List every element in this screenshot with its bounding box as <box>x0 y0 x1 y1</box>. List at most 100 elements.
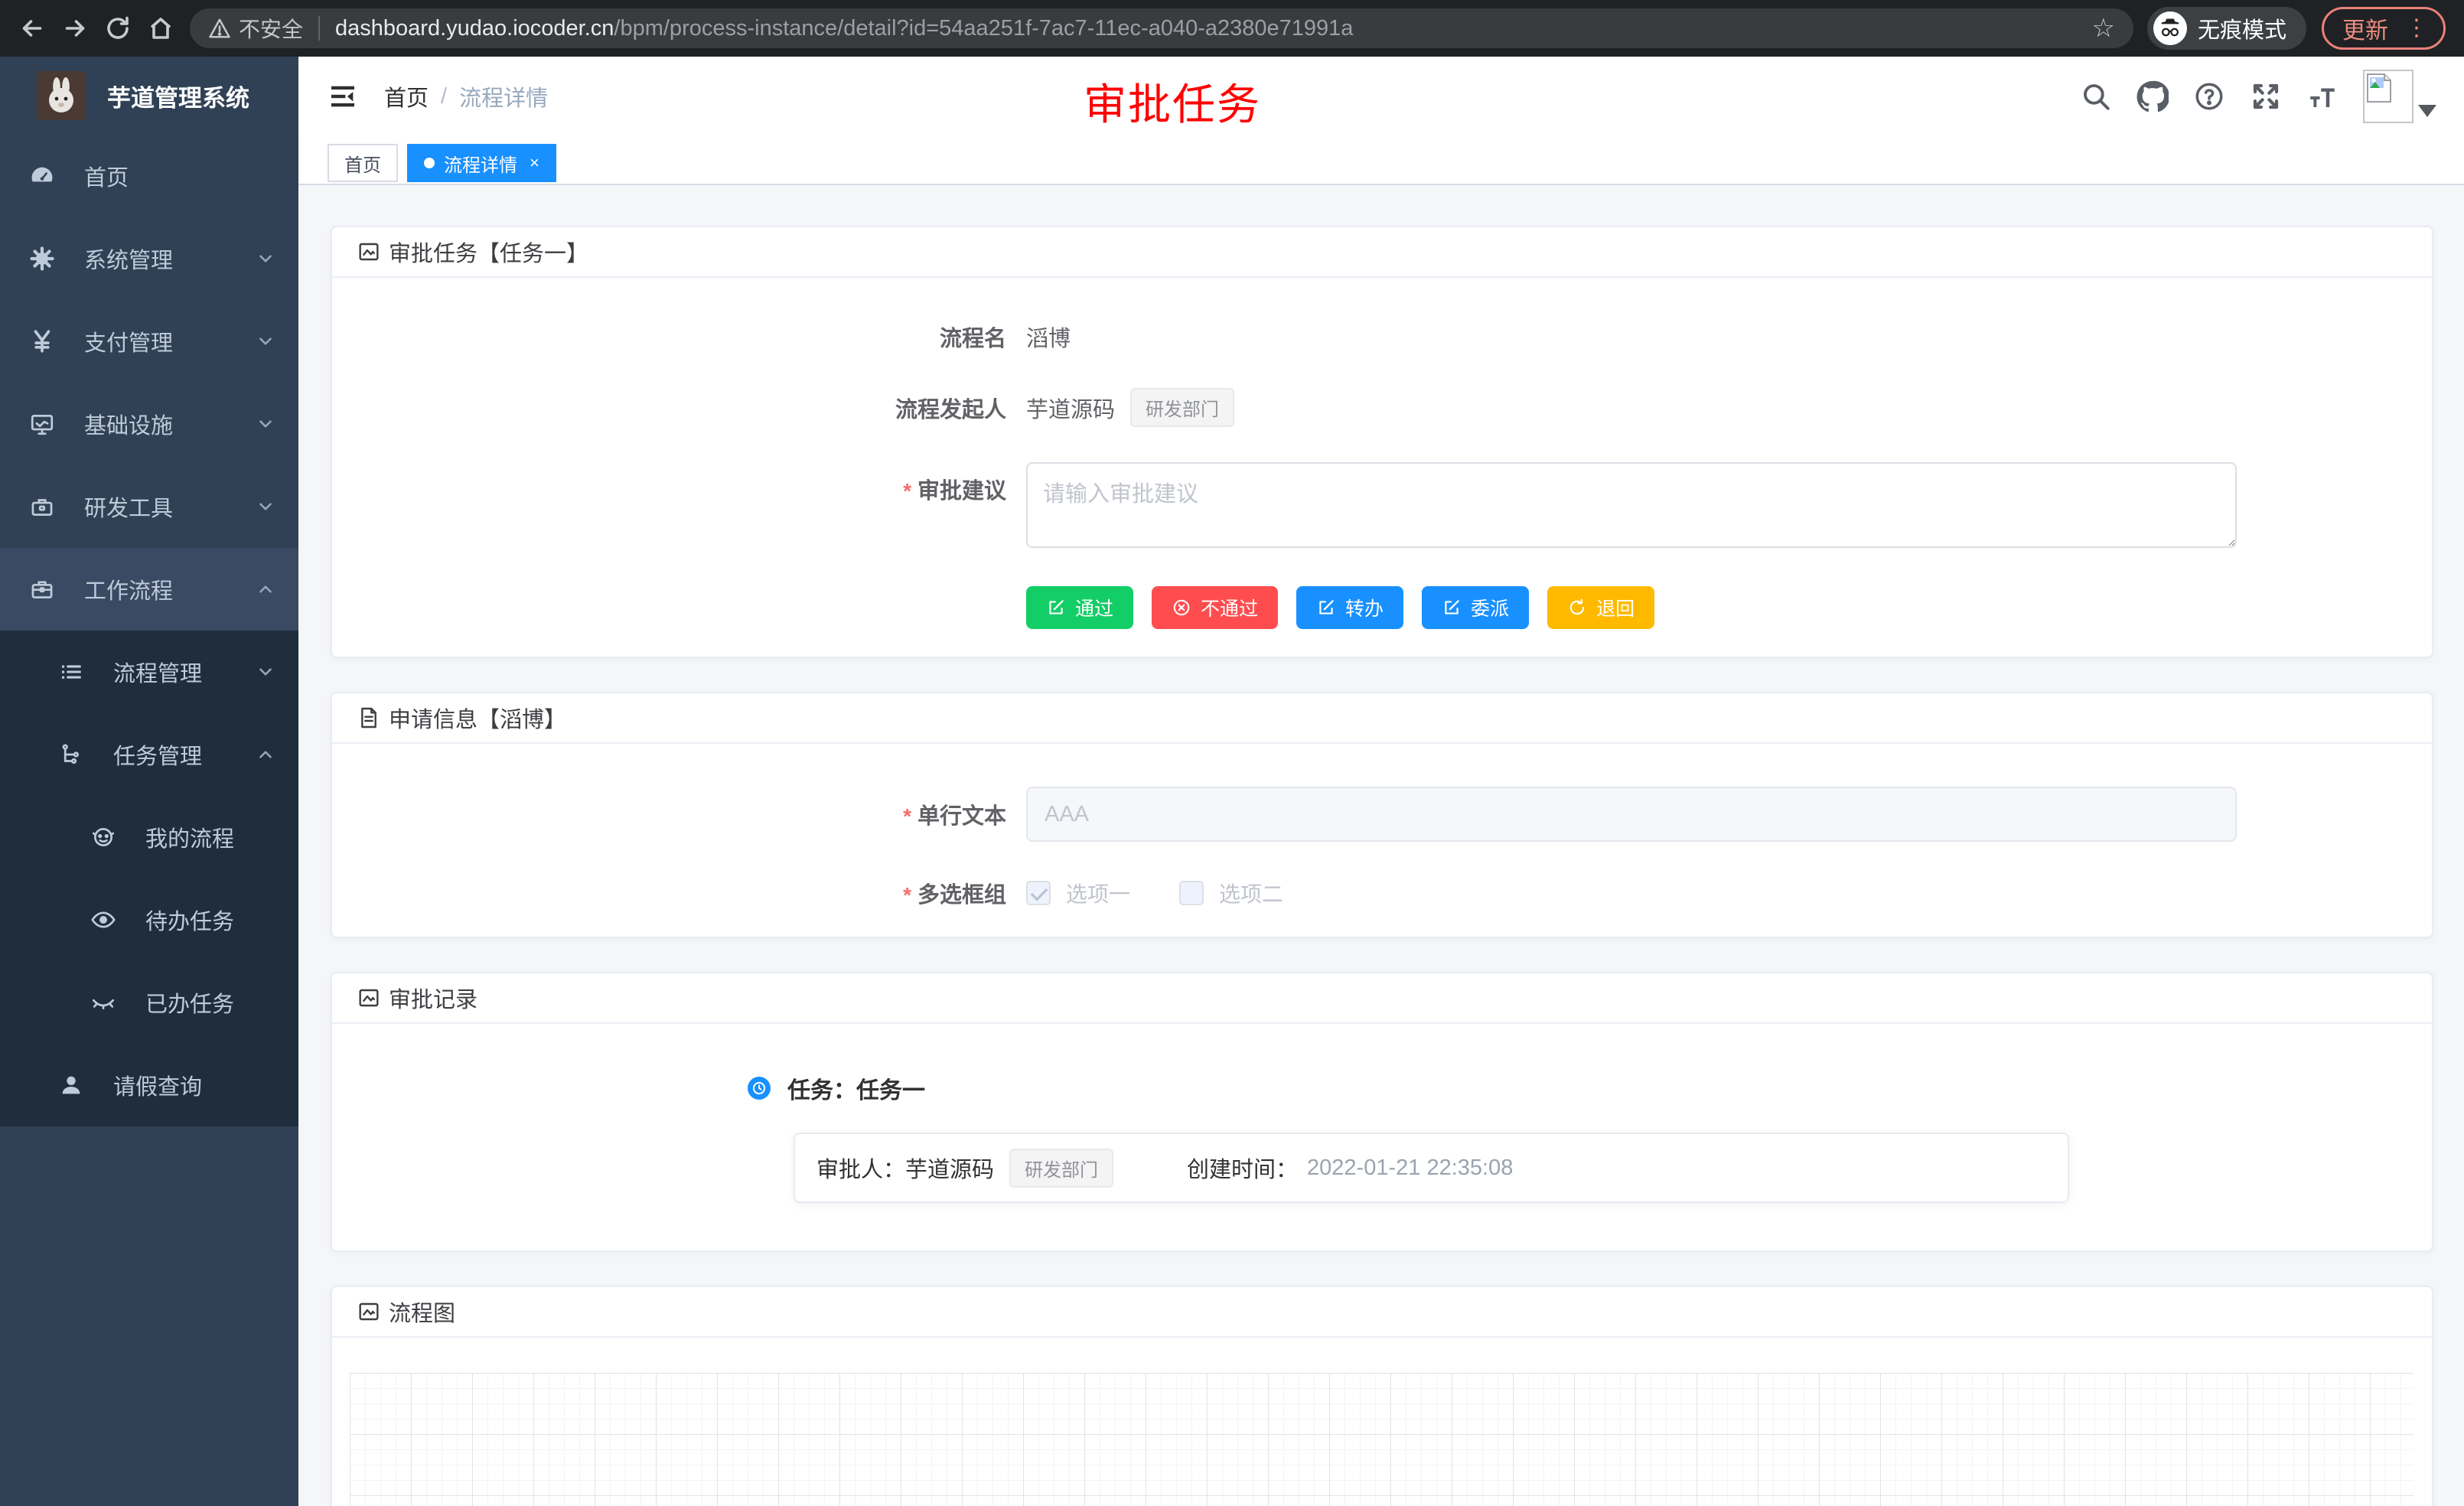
sidebar-item-payment[interactable]: 支付管理 <box>0 300 298 383</box>
close-tab-icon[interactable]: × <box>530 153 539 173</box>
sidebar-item-task-mgmt[interactable]: 任务管理 <box>0 713 298 796</box>
forward-icon[interactable] <box>54 7 96 50</box>
chevron-down-icon <box>256 331 275 351</box>
sidebar-item-label: 已办任务 <box>145 986 275 1019</box>
bookmark-star-icon[interactable]: ☆ <box>2092 13 2115 44</box>
card-header: 审批记录 <box>332 973 2432 1024</box>
security-label: 不安全 <box>239 13 303 44</box>
clock-icon <box>748 1077 771 1100</box>
sidebar-item-leave-query[interactable]: 请假查询 <box>0 1044 298 1126</box>
tab-home[interactable]: 首页 <box>328 144 398 182</box>
search-icon[interactable] <box>2080 80 2112 112</box>
collapse-sidebar-icon[interactable] <box>326 81 360 112</box>
url-text[interactable]: dashboard.yudao.iocoder.cn/bpm/process-i… <box>335 16 2076 41</box>
header-toolbar <box>2080 70 2436 123</box>
fullscreen-icon[interactable] <box>2250 80 2282 112</box>
chevron-down-icon <box>256 662 275 682</box>
back-icon[interactable] <box>11 7 54 50</box>
checkbox-label: 选项一 <box>1066 878 1130 908</box>
initiator-value: 芋道源码 <box>1026 392 1115 424</box>
checkbox-group-row: 多选框组 选项一 选项二 <box>332 877 2432 909</box>
sidebar-item-my-process[interactable]: 我的流程 <box>0 796 298 878</box>
sidebar-item-todo-tasks[interactable]: 待办任务 <box>0 878 298 961</box>
address-bar[interactable]: 不安全 dashboard.yudao.iocoder.cn/bpm/proce… <box>190 8 2133 48</box>
app-logo <box>37 71 86 120</box>
font-size-icon[interactable] <box>2306 80 2339 112</box>
task-title: 任务：任务一 <box>787 1071 925 1105</box>
edit-icon <box>1046 598 1066 618</box>
tree-icon <box>58 742 84 768</box>
create-time-value: 2022-01-21 22:35:08 <box>1307 1156 1513 1181</box>
sidebar-item-label: 首页 <box>84 160 275 192</box>
toolbox-icon <box>29 494 55 520</box>
checkbox-checked-icon <box>1026 881 1051 905</box>
sidebar-item-infrastructure[interactable]: 基础设施 <box>0 383 298 465</box>
url-path: /bpm/process-instance/detail?id=54aa251f… <box>614 16 1353 41</box>
card-title: 审批任务【任务一】 <box>389 236 588 268</box>
breadcrumb-separator: / <box>441 84 447 109</box>
yen-icon <box>29 328 55 354</box>
eye-icon <box>90 907 116 933</box>
approver-value: 芋道源码 <box>905 1152 994 1184</box>
reload-icon[interactable] <box>96 7 139 50</box>
broken-image-icon <box>2366 73 2392 103</box>
circle-close-icon <box>1172 598 1191 618</box>
chevron-down-icon <box>256 249 275 269</box>
browser-menu-icon[interactable]: ⋮ <box>2405 17 2428 40</box>
tabs-bar: 首页 流程详情 × <box>298 136 2464 185</box>
sidebar-item-label: 研发工具 <box>84 491 256 523</box>
app-title: 芋道管理系统 <box>107 79 249 113</box>
url-divider <box>318 16 320 41</box>
sidebar-item-label: 支付管理 <box>84 325 256 357</box>
breadcrumb-home[interactable]: 首页 <box>384 80 429 112</box>
sidebar-item-devtools[interactable]: 研发工具 <box>0 465 298 548</box>
list-icon <box>58 659 84 685</box>
process-name-value: 滔博 <box>1026 321 1071 353</box>
timeline-item: 任务：任务一 <box>748 1071 2432 1105</box>
sidebar-item-label: 待办任务 <box>145 904 275 936</box>
chevron-up-icon <box>256 745 275 764</box>
single-text-input[interactable] <box>1026 787 2237 842</box>
checkbox-option-2[interactable]: 选项二 <box>1179 878 1283 908</box>
sidebar-item-done-tasks[interactable]: 已办任务 <box>0 961 298 1044</box>
button-label: 通过 <box>1075 594 1113 621</box>
approve-button[interactable]: 通过 <box>1026 586 1133 629</box>
picture-icon <box>357 1299 381 1324</box>
sidebar-item-workflow[interactable]: 工作流程 <box>0 548 298 631</box>
briefcase-icon <box>29 576 55 602</box>
return-button[interactable]: 退回 <box>1547 586 1654 629</box>
checkbox-unchecked-icon <box>1179 881 1204 905</box>
dept-tag: 研发部门 <box>1009 1149 1113 1188</box>
edit-icon <box>1316 598 1336 618</box>
home-icon[interactable] <box>139 7 182 50</box>
caret-down-icon[interactable] <box>2418 105 2436 117</box>
sidebar-item-label: 系统管理 <box>84 243 256 275</box>
sidebar-item-system[interactable]: 系统管理 <box>0 217 298 300</box>
record-card: 审批人： 芋道源码 研发部门 创建时间： 2022-01-21 22:35:08 <box>794 1133 2069 1203</box>
sidebar-item-home[interactable]: 首页 <box>0 135 298 217</box>
sidebar-item-process-mgmt[interactable]: 流程管理 <box>0 631 298 713</box>
incognito-icon <box>2153 11 2187 45</box>
document-icon <box>357 706 381 730</box>
picture-icon <box>357 240 381 264</box>
button-label: 委派 <box>1471 594 1509 621</box>
delegate-button[interactable]: 委派 <box>1422 586 1529 629</box>
sidebar-item-label: 请假查询 <box>113 1069 275 1101</box>
checkbox-option-1[interactable]: 选项一 <box>1026 878 1130 908</box>
process-name-row: 流程名 滔博 <box>332 321 2432 353</box>
browser-update-button[interactable]: 更新 ⋮ <box>2322 7 2446 50</box>
user-avatar-group[interactable] <box>2363 70 2436 123</box>
breadcrumb: 首页 / 流程详情 <box>384 80 548 112</box>
suggestion-label: 审批建议 <box>332 473 1006 505</box>
help-icon[interactable] <box>2193 80 2225 112</box>
tab-process-detail[interactable]: 流程详情 × <box>407 144 556 182</box>
reject-button[interactable]: 不通过 <box>1152 586 1278 629</box>
not-secure-warning[interactable]: 不安全 <box>208 13 303 44</box>
github-icon[interactable] <box>2136 80 2169 112</box>
transfer-button[interactable]: 转办 <box>1296 586 1403 629</box>
avatar[interactable] <box>2363 70 2413 123</box>
suggestion-textarea[interactable] <box>1026 462 2237 548</box>
app-logo-row[interactable]: 芋道管理系统 <box>0 57 298 135</box>
apply-info-card: 申请信息【滔博】 单行文本 多选框组 <box>331 692 2433 938</box>
bpmn-grid-canvas[interactable] <box>350 1373 2413 1506</box>
